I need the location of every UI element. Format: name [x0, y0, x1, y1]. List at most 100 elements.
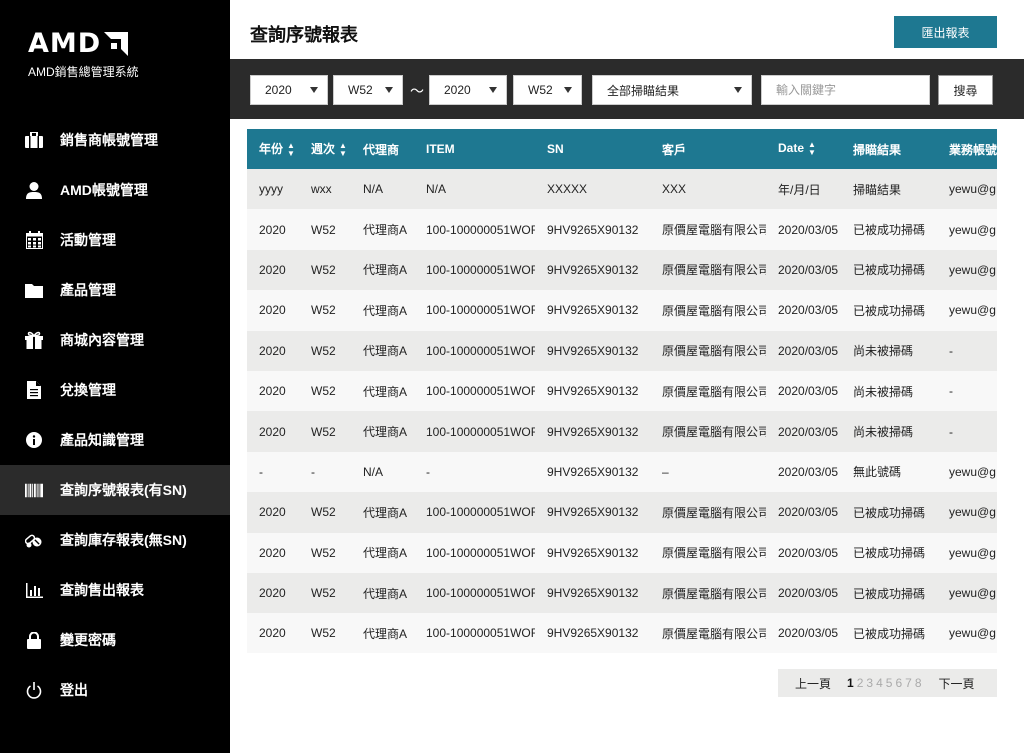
table-cell: N/A: [426, 182, 447, 197]
table-cell: 原價屋電腦有限公司: [662, 626, 766, 641]
week-to-select[interactable]: W52: [513, 75, 582, 105]
report-table: 年份 ▲ ▼ 週次 ▲ ▼ 代理商 ITEM SN 客戶 Date ▲ ▼ 掃瞄結果 業務帳…: [247, 129, 997, 653]
page-title: 查詢序號報表: [250, 25, 358, 45]
sidebar-item-label: 變更密碼: [60, 632, 116, 648]
sort-icon: ▲ ▼: [287, 140, 295, 158]
table-cell: 2020: [259, 505, 286, 520]
page-number-link[interactable]: 6: [895, 676, 902, 690]
sidebar-item-label: 查詢庫存報表(無SN): [60, 532, 187, 548]
table-cell: 9HV9265X90132: [547, 303, 639, 318]
sidebar-item-mall-content[interactable]: 商城內容管理: [0, 315, 230, 365]
table-cell: 9HV9265X90132: [547, 343, 639, 358]
table-row: 2020 W52 代理商A 100-100000051WOF 9HV9265X90132…: [247, 411, 997, 452]
table-cell: 2020/03/05: [778, 545, 839, 560]
table-cell: 尚未被掃碼: [853, 384, 914, 399]
power-icon: [25, 681, 43, 699]
chevron-down-icon: [564, 87, 572, 93]
table-cell: 原價屋電腦有限公司: [662, 263, 766, 278]
page-number-link[interactable]: 2: [857, 676, 864, 690]
table-cell: 代理商A: [363, 344, 408, 359]
column-header-date[interactable]: Date ▲ ▼: [766, 129, 841, 169]
chevron-down-icon: [734, 87, 742, 93]
year-to-select[interactable]: 2020: [429, 75, 507, 105]
page-number-link[interactable]: 7: [905, 676, 912, 690]
table-cell: 已被成功掃碼: [853, 626, 926, 641]
table-cell: 2020: [259, 626, 286, 641]
table-row: - - N/A - 9HV9265X90132 – 2020/03/05 無此號碼 yewu@g: [247, 451, 997, 493]
table-cell: yewu@g: [949, 303, 996, 318]
search-button[interactable]: 搜尋: [937, 74, 994, 106]
page-number-link[interactable]: 8: [915, 676, 922, 690]
table-cell: W52: [311, 424, 336, 439]
table-cell: 原價屋電腦有限公司: [662, 384, 766, 399]
table-cell: 100-100000051WOF: [426, 424, 535, 439]
amd-arrow-icon: [104, 31, 129, 56]
scan-result-select[interactable]: 全部掃瞄結果: [592, 75, 752, 105]
table-cell: 尚未被掃碼: [853, 425, 914, 440]
column-header-scan-result: 掃瞄結果: [853, 142, 902, 157]
table-cell: yewu@g: [949, 222, 996, 237]
table-cell: 100-100000051WOF: [426, 343, 535, 358]
page-number-link[interactable]: 5: [886, 676, 893, 690]
next-page-link[interactable]: 下一頁: [939, 675, 975, 692]
week-from-value: W52: [348, 83, 373, 97]
table-cell: 2020/03/05: [778, 303, 839, 318]
sidebar-item-logout[interactable]: 登出: [0, 665, 230, 715]
sidebar-item-events[interactable]: 活動管理: [0, 215, 230, 265]
column-header-week[interactable]: 週次 ▲ ▼: [299, 129, 351, 169]
table-cell: 2020: [259, 343, 286, 358]
table-cell: 已被成功掃碼: [853, 303, 926, 318]
range-separator: ～: [410, 83, 424, 99]
table-cell: 2020/03/05: [778, 586, 839, 601]
export-report-button[interactable]: 匯出報表: [894, 16, 997, 48]
table-cell: 2020/03/05: [778, 262, 839, 277]
table-cell: 100-100000051WOF: [426, 222, 535, 237]
sidebar-item-inventory-report[interactable]: 查詢庫存報表(無SN): [0, 515, 230, 565]
table-cell: 100-100000051WOF: [426, 626, 535, 641]
table-cell: yewu@g: [949, 464, 996, 479]
table-row: 2020 W52 代理商A 100-100000051WOF 9HV9265X90132…: [247, 370, 997, 412]
sidebar-item-change-password[interactable]: 變更密碼: [0, 615, 230, 665]
table-cell: XXXXX: [547, 182, 588, 197]
sidebar-item-label: 登出: [60, 682, 88, 698]
table-cell: 掃瞄結果: [853, 182, 902, 197]
page-number-link[interactable]: 1: [847, 676, 854, 690]
column-header-label: 年份: [259, 142, 284, 157]
table-cell: 2020/03/05: [778, 464, 839, 479]
table-cell: yewu@g: [949, 586, 996, 601]
page-number-link[interactable]: 4: [876, 676, 883, 690]
table-cell: W52: [311, 262, 336, 277]
keyword-search-input[interactable]: [761, 75, 930, 105]
table-cell: W52: [311, 505, 336, 520]
table-cell: 2020: [259, 424, 286, 439]
table-cell: 9HV9265X90132: [547, 384, 639, 399]
table-cell: 原價屋電腦有限公司: [662, 223, 766, 238]
sidebar-item-redemption[interactable]: 兌換管理: [0, 365, 230, 415]
table-cell: 代理商A: [363, 384, 408, 399]
table-cell: 已被成功掃碼: [853, 586, 926, 601]
table-cell: 代理商A: [363, 586, 408, 601]
column-header-sales-account: 業務帳號: [949, 142, 997, 157]
table-cell: -: [949, 343, 953, 358]
table-cell: 100-100000051WOF: [426, 384, 535, 399]
week-from-select[interactable]: W52: [333, 75, 403, 105]
sidebar-item-reseller-accounts[interactable]: 銷售商帳號管理: [0, 115, 230, 165]
sidebar-item-products[interactable]: 產品管理: [0, 265, 230, 315]
table-cell: -: [259, 464, 263, 479]
year-to-value: 2020: [444, 83, 471, 97]
sidebar-item-sn-report[interactable]: 查詢序號報表(有SN): [0, 465, 230, 515]
table-cell: 尚未被掃碼: [853, 344, 914, 359]
sidebar-item-amd-accounts[interactable]: AMD帳號管理: [0, 165, 230, 215]
table-cell: 2020: [259, 545, 286, 560]
year-from-select[interactable]: 2020: [250, 75, 328, 105]
column-header-year[interactable]: 年份 ▲ ▼: [247, 129, 299, 169]
sidebar-item-sales-report[interactable]: 查詢售出報表: [0, 565, 230, 615]
page-number-link[interactable]: 3: [866, 676, 873, 690]
table-cell: W52: [311, 586, 336, 601]
table-cell: 2020: [259, 262, 286, 277]
sidebar-item-product-knowledge[interactable]: 產品知識管理: [0, 415, 230, 465]
table-cell: W52: [311, 222, 336, 237]
table-cell: 原價屋電腦有限公司: [662, 586, 766, 601]
prev-page-link[interactable]: 上一頁: [795, 675, 831, 692]
table-row: 2020 W52 代理商A 100-100000051WOF 9HV9265X90132…: [247, 249, 997, 291]
